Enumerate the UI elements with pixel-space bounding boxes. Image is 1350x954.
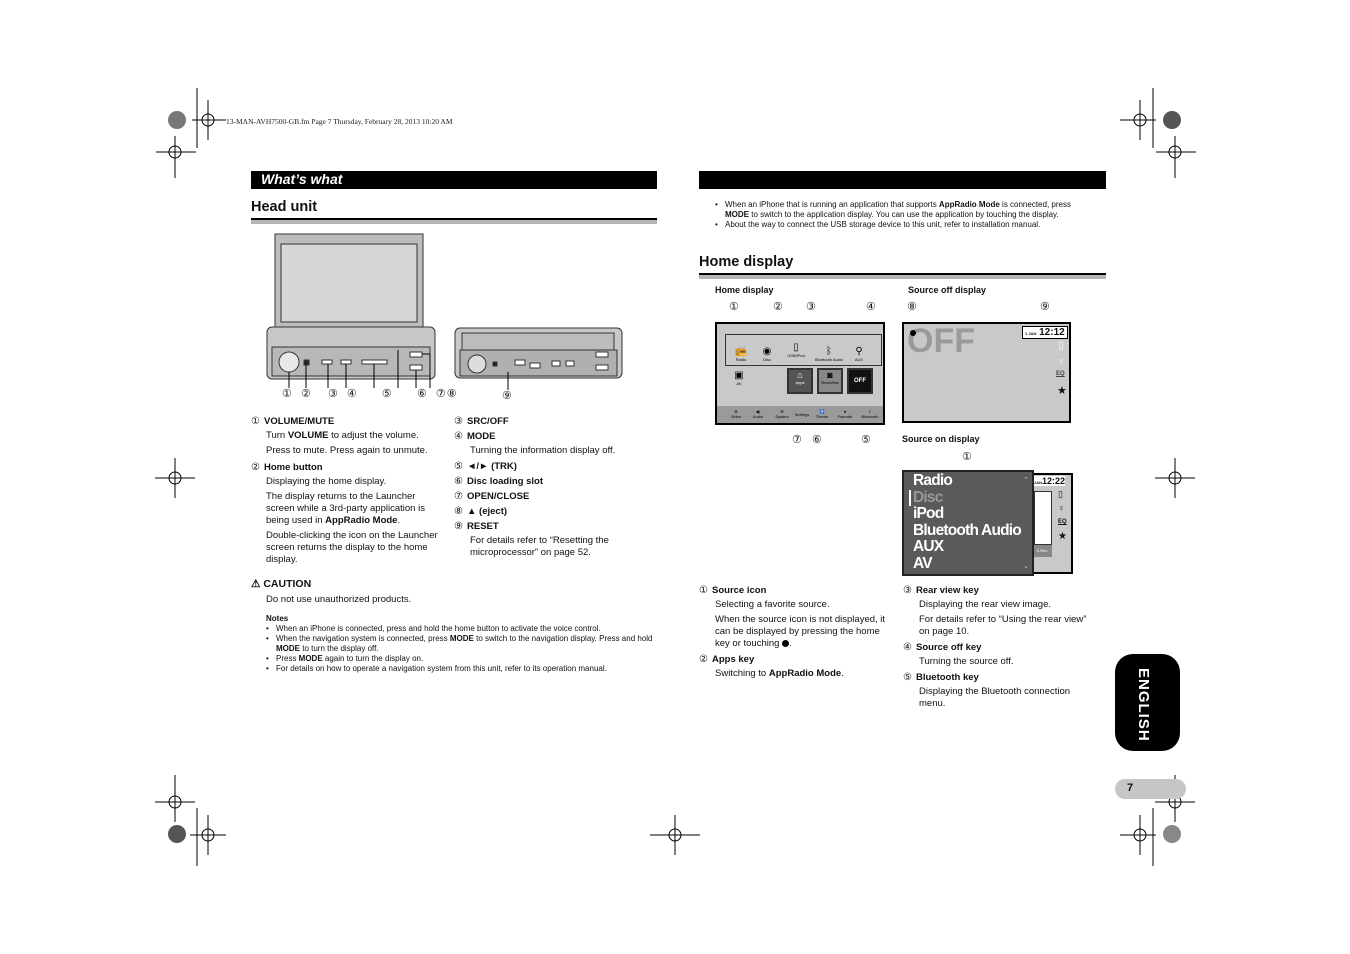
source-list-item-selected[interactable]: Disc: [909, 489, 1032, 506]
source-aux[interactable]: ⚲ AUX: [849, 346, 869, 362]
source-on-caption: Source on display: [902, 434, 980, 444]
left-items-col2: ③ SRC/OFF ④ MODE Turning the information d…: [454, 416, 616, 558]
warning-triangle-icon: ⚠: [251, 578, 261, 590]
callout-6: ⑥: [812, 434, 822, 446]
bar-audio[interactable]: ◀) Audio: [747, 409, 769, 419]
caution-title: CAUTION: [263, 578, 312, 590]
home-display-screen: 📻 Radio ◉ Disc ▯ USB/iPod ᛒ Bluetooth Audio …: [715, 322, 885, 425]
intro-bullet: About the way to connect the USB storage…: [715, 220, 1095, 230]
print-header: 13-MAN-AVH7500-GB.fm Page 7 Thursday, Fe…: [226, 117, 453, 126]
scroll-up-icon[interactable]: ⌃: [1023, 476, 1029, 484]
callout-4: ④: [866, 301, 876, 313]
favorite-star-icon[interactable]: ★: [1058, 531, 1067, 542]
language-tab: ENGLISH: [1115, 654, 1180, 751]
caution-block: ⚠ CAUTION Do not use unauthorized produc…: [251, 578, 657, 606]
note-item: For details on how to operate a navigati…: [266, 664, 656, 674]
source-list-item[interactable]: Bluetooth Audio: [913, 522, 1032, 540]
callout-1b: ①: [962, 451, 972, 463]
source-list-item[interactable]: AV: [913, 555, 1032, 573]
right-section-bar: [699, 171, 1106, 189]
head-unit-heading: Head unit: [251, 199, 318, 215]
bar-theme[interactable]: ♿ Theme: [813, 409, 831, 419]
preview-box: [1034, 491, 1052, 545]
caution-text: Do not use unauthorized products.: [266, 594, 412, 605]
source-on-side-panel: JAN12:22 ▯ ♀ EQ ★ S.Rtrv: [1030, 473, 1073, 574]
source-off-caption: Source off display: [908, 285, 987, 295]
crop-marks: [155, 88, 1196, 866]
source-off-screen: OFF 1 JAN 12:12 ▯ ♀ EQ ★: [902, 322, 1071, 423]
callout-5: ⑤: [861, 434, 871, 446]
callout-3: ③: [806, 301, 816, 313]
section-title: What’s what: [261, 171, 343, 187]
source-list-item[interactable]: Radio: [913, 472, 1032, 490]
rear-view-key[interactable]: ◙ RearView: [817, 368, 843, 394]
clock-on: JAN12:22: [1034, 476, 1066, 486]
bar-favorite[interactable]: ★ Favorite: [835, 409, 855, 419]
callout-7: ⑦: [792, 434, 802, 446]
language-label: ENGLISH: [1135, 668, 1152, 742]
section-title-bar: What’s what: [251, 171, 657, 189]
eq-icon[interactable]: EQ: [1058, 519, 1067, 525]
side-tab[interactable]: S.Rtrv: [1032, 545, 1052, 557]
source-list-item[interactable]: AUX: [913, 538, 1032, 556]
home-display-heading: Home display: [699, 254, 794, 270]
right-items-col2: ③ Rear view key Displaying the rear view …: [903, 585, 1087, 709]
bar-settings[interactable]: Settings: [793, 412, 811, 417]
left-items-col1: ① VOLUME/MUTE Turn VOLUME to adjust the v…: [251, 416, 446, 566]
heading-rule-grey: [251, 220, 657, 224]
head-unit-callouts: ① ② ③ ④ ⑤ ⑥ ⑦⑧: [282, 388, 458, 400]
source-list-panel: Radio Disc iPod Bluetooth Audio AUX AV ⌃…: [902, 470, 1034, 576]
scroll-down-icon[interactable]: ⌄: [1023, 562, 1029, 570]
source-list: Radio Disc iPod Bluetooth Audio AUX AV: [904, 472, 1032, 572]
page-number: 7: [1127, 782, 1134, 794]
intro-bullet: When an iPhone that is running an applic…: [715, 200, 1095, 220]
source-bluetooth-audio[interactable]: ᛒ Bluetooth Audio: [813, 346, 845, 362]
page-number-pill: 7: [1115, 779, 1186, 799]
intro-bullets: When an iPhone that is running an applic…: [715, 200, 1095, 230]
source-off-key[interactable]: OFF: [847, 368, 873, 394]
notes-block: Notes When an iPhone is connected, press…: [266, 614, 656, 674]
home-touch-icon[interactable]: [910, 330, 916, 336]
callout-9: ⑨: [1040, 301, 1050, 313]
note-item: Press MODE again to turn the display on.: [266, 654, 656, 664]
apps-key[interactable]: ⌂ Apps: [787, 368, 813, 394]
bar-system[interactable]: ⚙ System: [771, 409, 793, 419]
heading-rule-grey: [699, 275, 1106, 279]
phone-icon: ▯: [1058, 489, 1063, 499]
note-item: When an iPhone is connected, press and h…: [266, 624, 656, 634]
off-text: OFF: [907, 322, 975, 360]
bottom-bar: ⚙ Video ◀) Audio ⚙ System Settings ♿ Theme ★…: [717, 406, 883, 423]
callout-1: ①: [729, 301, 739, 313]
phone-icon: ▯: [1058, 340, 1064, 351]
eq-icon[interactable]: EQ: [1056, 371, 1065, 377]
bar-bluetooth[interactable]: ᛒ Bluetooth: [859, 409, 881, 419]
source-usb-ipod[interactable]: ▯ USB/iPod: [783, 342, 809, 358]
source-disc[interactable]: ◉ Disc: [757, 346, 777, 362]
head-unit-illustration: [266, 233, 623, 390]
reset-callout: ⑨: [502, 390, 512, 402]
source-list-item[interactable]: iPod: [913, 505, 1032, 523]
source-av[interactable]: ▣ AV: [729, 370, 749, 386]
home-display-caption: Home display: [715, 285, 774, 295]
clock: 1 JAN 12:12: [1022, 326, 1068, 339]
right-items-col1: ① Source icon Selecting a favorite source…: [699, 585, 886, 679]
source-radio[interactable]: 📻 Radio: [731, 346, 751, 362]
note-item: When the navigation system is connected,…: [266, 634, 656, 654]
mic-icon: ♀: [1058, 356, 1065, 366]
callout-2: ②: [773, 301, 783, 313]
callout-8: ⑧: [907, 301, 917, 313]
mic-icon: ♀: [1058, 503, 1065, 513]
favorite-star-icon[interactable]: ★: [1057, 384, 1067, 397]
item-volume-mute: ① VOLUME/MUTE Turn VOLUME to adjust the v…: [251, 416, 428, 456]
bar-video[interactable]: ⚙ Video: [725, 409, 747, 419]
item-home-button: ② Home button Displaying the home display…: [251, 462, 438, 565]
